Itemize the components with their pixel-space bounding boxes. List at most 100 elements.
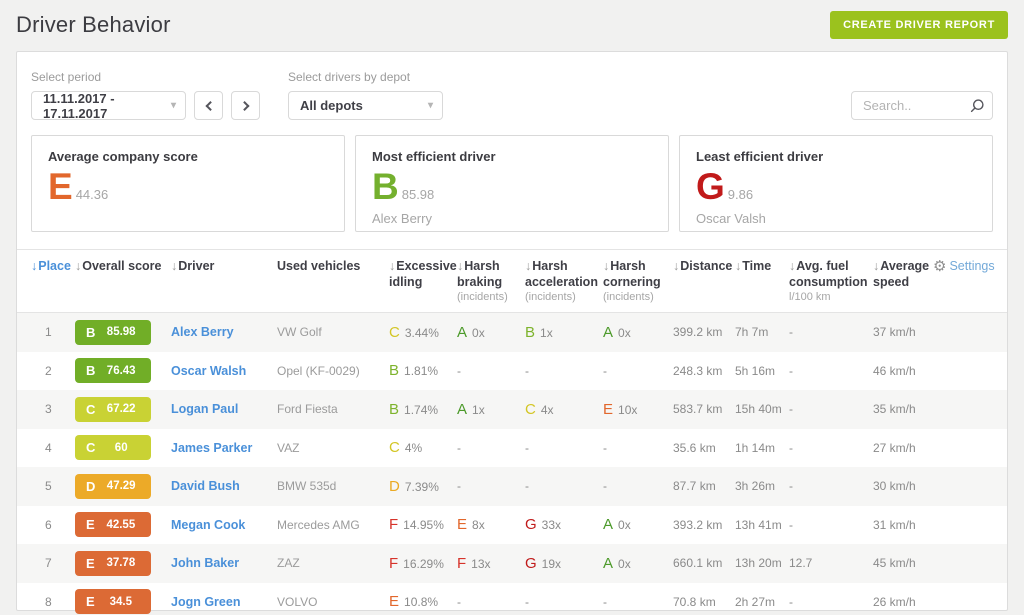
column-header-place[interactable]: ↓Place [31,259,75,275]
overall-score-cell: E42.55 [75,512,171,537]
summary-card-average-score: Average company score E 44.36 [31,135,345,232]
driver-link[interactable]: John Baker [171,556,239,570]
page-title: Driver Behavior [16,12,171,38]
excessive-idling-cell: F16.29% [389,555,457,572]
harsh-acceleration-cell: - [525,441,603,455]
overall-score-cell: B85.98 [75,320,171,345]
table-row: 2B76.43Oscar WalshOpel (KF-0029)B1.81%--… [17,352,1007,391]
vehicle-cell: VAZ [277,441,389,455]
grade-score: 9.86 [728,187,753,202]
depot-value: All depots [300,98,363,113]
table-row: 6E42.55Megan CookMercedes AMGF14.95%E8xG… [17,506,1007,545]
time-cell: 13h 41m [735,518,789,532]
harsh-cornering-cell: - [603,364,673,378]
driver-cell: John Baker [171,556,277,570]
speed-cell: 37 km/h [873,325,933,339]
harsh-acceleration-cell: - [525,479,603,493]
time-cell: 13h 20m [735,556,789,570]
column-header-avg-fuel-consumption[interactable]: ↓Avg. fuel consumptionl/100 km [789,259,873,305]
driver-link[interactable]: Oscar Walsh [171,364,246,378]
column-label: Average speed [873,259,929,289]
excessive-idling-cell: D7.39% [389,478,457,495]
period-label: Select period [31,70,260,84]
card-title: Average company score [48,149,328,164]
driver-link[interactable]: Logan Paul [171,402,238,416]
distance-cell: 70.8 km [673,595,735,609]
grade-letter: B [372,172,399,202]
driver-link[interactable]: David Bush [171,479,240,493]
depot-select[interactable]: All depots ▾ [288,91,443,120]
driver-link[interactable]: James Parker [171,441,252,455]
column-header-harsh-cornering[interactable]: ↓Harsh cornering(incidents) [603,259,673,305]
column-header-driver[interactable]: ↓Driver [171,259,277,275]
vehicle-cell: ZAZ [277,556,389,570]
harsh-cornering-cell: - [603,479,673,493]
period-select[interactable]: 11.11.2017 - 17.11.2017 ▾ [31,91,186,120]
overall-score-cell: E34.5 [75,589,171,614]
summary-cards: Average company score E 44.36 Most effic… [17,135,1007,232]
overall-score-cell: B76.43 [75,358,171,383]
driver-link[interactable]: Alex Berry [171,325,234,339]
vehicle-cell: Ford Fiesta [277,402,389,416]
harsh-cornering-cell: - [603,441,673,455]
fuel-cell: - [789,518,873,532]
place-cell: 3 [31,402,75,416]
main-panel: Select period 11.11.2017 - 17.11.2017 ▾ … [16,51,1008,611]
column-header-harsh-braking[interactable]: ↓Harsh braking(incidents) [457,259,525,305]
create-driver-report-button[interactable]: CREATE DRIVER REPORT [830,11,1008,39]
driver-link[interactable]: Jogn Green [171,595,240,609]
excessive-idling-cell: B1.81% [389,362,457,379]
excessive-idling-cell: E10.8% [389,593,457,610]
column-header-time[interactable]: ↓Time [735,259,789,275]
settings-button[interactable]: ⚙Settings [933,259,995,274]
driver-cell: James Parker [171,441,277,455]
sort-arrow-icon: ↓ [603,259,609,273]
column-label: Harsh cornering [603,259,661,289]
column-header-overall-score[interactable]: ↓Overall score [75,259,171,275]
driver-cell: Megan Cook [171,518,277,532]
excessive-idling-cell: C4% [389,439,457,456]
card-driver-name: Alex Berry [372,211,652,226]
drivers-table: ↓Place↓Overall score↓DriverUsed vehicles… [17,249,1007,615]
harsh-braking-cell: - [457,595,525,609]
place-cell: 2 [31,364,75,378]
place-cell: 1 [31,325,75,339]
vehicle-cell: VW Golf [277,325,389,339]
sort-arrow-icon: ↓ [457,259,463,273]
driver-cell: Jogn Green [171,595,277,609]
overall-score-cell: D47.29 [75,474,171,499]
column-label: Harsh braking [457,259,502,289]
column-header-average-speed[interactable]: ↓Average speed [873,259,933,290]
previous-period-button[interactable] [194,91,223,120]
harsh-acceleration-cell: B1x [525,324,603,341]
excessive-idling-cell: C3.44% [389,324,457,341]
time-cell: 5h 16m [735,364,789,378]
table-row: 8E34.5Jogn GreenVOLVOE10.8%---70.8 km2h … [17,583,1007,615]
next-period-button[interactable] [231,91,260,120]
grade-letter: G [696,172,725,202]
table-body: 1B85.98Alex BerryVW GolfC3.44%A0xB1xA0x3… [17,313,1007,615]
sort-arrow-icon: ↓ [525,259,531,273]
column-header-harsh-acceleration[interactable]: ↓Harsh acceleration(incidents) [525,259,603,305]
score-badge: E42.55 [75,512,151,537]
speed-cell: 31 km/h [873,518,933,532]
driver-cell: Logan Paul [171,402,277,416]
driver-link[interactable]: Megan Cook [171,518,245,532]
fuel-cell: - [789,441,873,455]
speed-cell: 30 km/h [873,479,933,493]
harsh-cornering-cell: A0x [603,324,673,341]
column-header-used-vehicles: Used vehicles [277,259,389,275]
vehicle-cell: Opel (KF-0029) [277,364,389,378]
harsh-braking-cell: - [457,441,525,455]
grade-score: 85.98 [402,187,435,202]
sort-arrow-icon: ↓ [735,259,741,273]
driver-cell: Alex Berry [171,325,277,339]
chevron-right-icon [239,101,249,111]
table-row: 4C60James ParkerVAZC4%---35.6 km1h 14m-2… [17,429,1007,468]
column-header-excessive-idling[interactable]: ↓Excessive idling [389,259,457,290]
sort-arrow-icon: ↓ [31,259,37,273]
column-header-distance[interactable]: ↓Distance [673,259,735,275]
place-cell: 8 [31,595,75,609]
harsh-acceleration-cell: G33x [525,516,603,533]
score-badge: C60 [75,435,151,460]
